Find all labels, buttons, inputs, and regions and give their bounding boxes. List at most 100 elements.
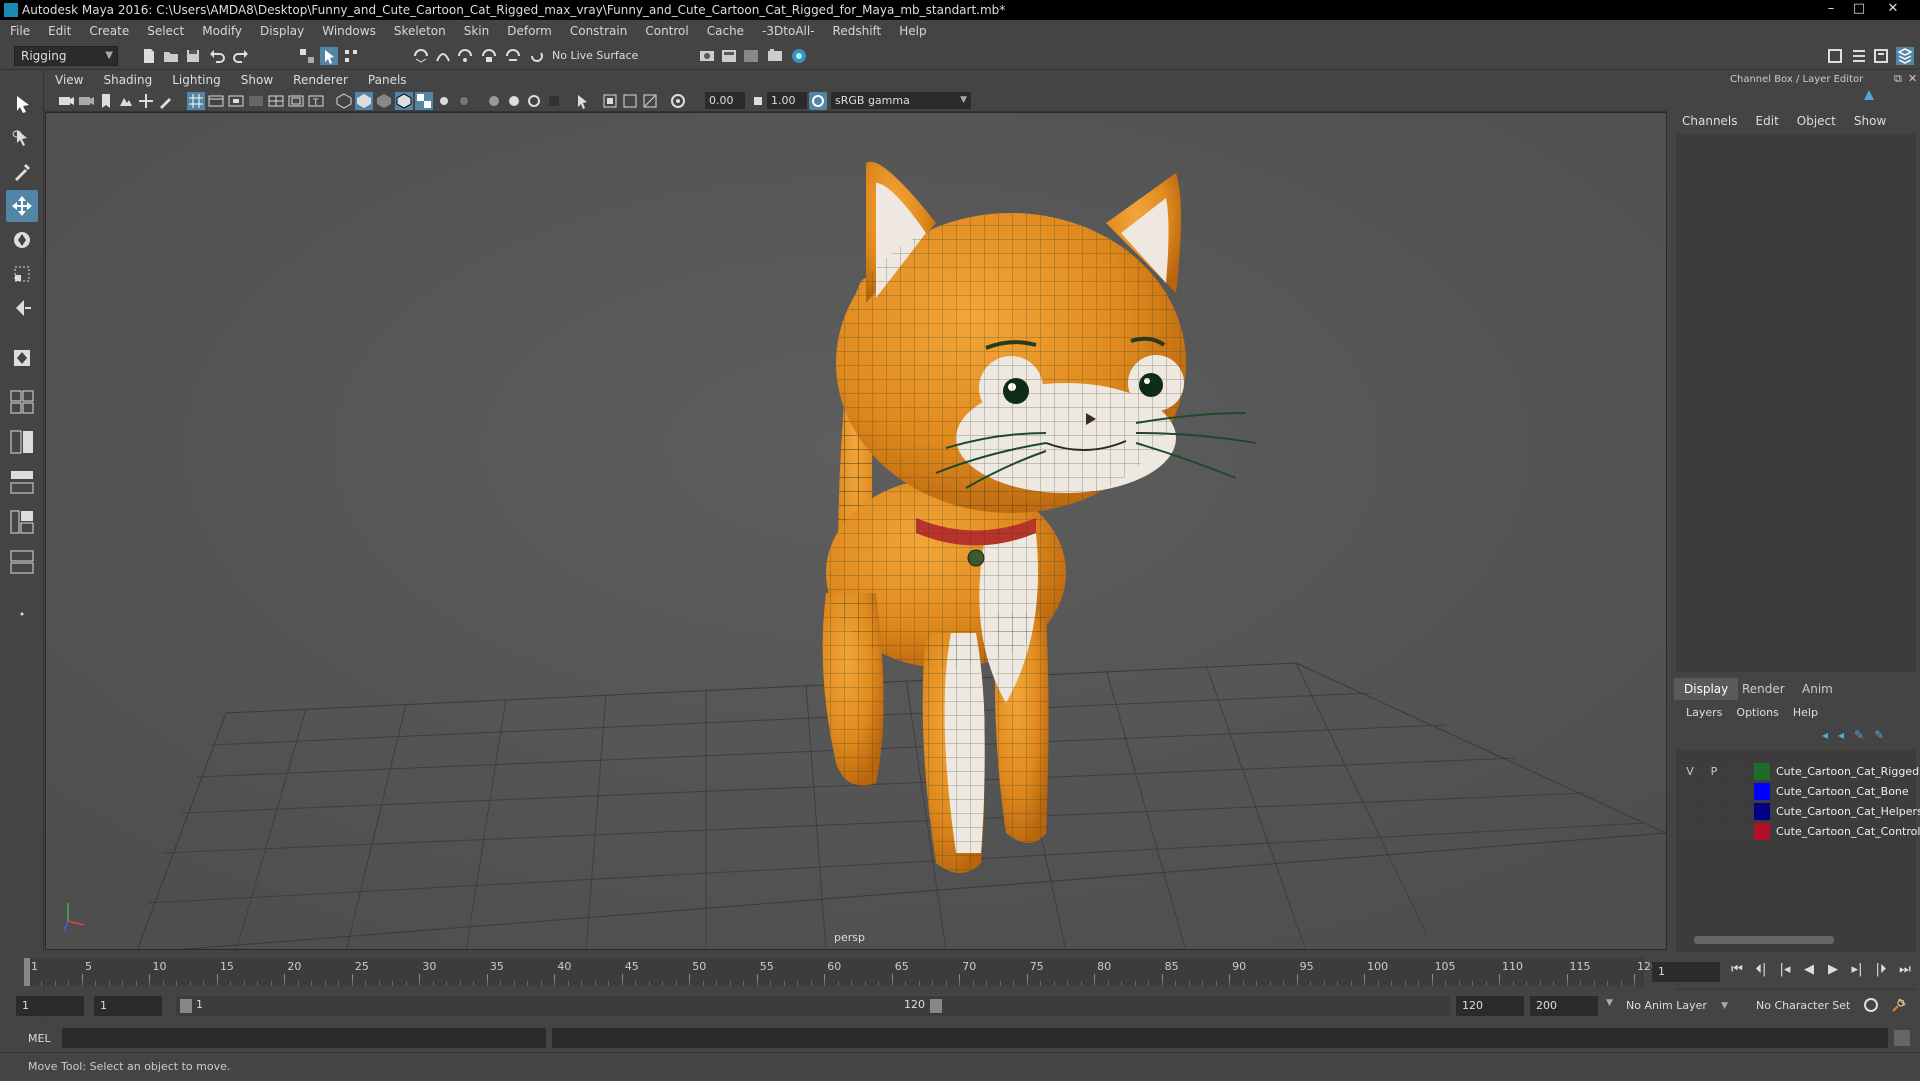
bookmark-icon[interactable] bbox=[97, 92, 115, 110]
step-forward-frame-icon[interactable]: ▸| bbox=[1848, 962, 1866, 978]
chevron-down-icon[interactable]: ▼ bbox=[1606, 998, 1613, 1008]
select-object-icon[interactable] bbox=[320, 47, 338, 65]
menu-redshift[interactable]: Redshift bbox=[833, 24, 882, 38]
layer-color-swatch[interactable] bbox=[1754, 803, 1770, 820]
menu-constrain[interactable]: Constrain bbox=[570, 24, 628, 38]
multisample-aa-icon[interactable] bbox=[525, 92, 543, 110]
rotate-tool-icon[interactable] bbox=[6, 224, 38, 256]
current-time-marker[interactable] bbox=[24, 958, 30, 986]
two-pane-layout-icon[interactable] bbox=[6, 426, 38, 458]
tab-render[interactable]: Render bbox=[1732, 678, 1795, 700]
attribute-editor-icon[interactable] bbox=[1850, 47, 1868, 65]
menu-modify[interactable]: Modify bbox=[202, 24, 242, 38]
go-to-end-icon[interactable]: ⏭ bbox=[1896, 962, 1914, 978]
exposure-icon[interactable] bbox=[669, 92, 687, 110]
menu-display[interactable]: Display bbox=[260, 24, 304, 38]
layer-playback-toggle[interactable] bbox=[1704, 803, 1724, 820]
move-tool-icon[interactable] bbox=[6, 190, 38, 222]
step-forward-key-icon[interactable]: |⏵ bbox=[1872, 962, 1890, 978]
camera-attributes-icon[interactable] bbox=[77, 92, 95, 110]
menu-help[interactable]: Help bbox=[899, 24, 926, 38]
viewport-menu-show[interactable]: Show bbox=[241, 73, 273, 87]
layer-display-type-toggle[interactable] bbox=[1728, 783, 1748, 800]
make-live-icon[interactable] bbox=[528, 47, 546, 65]
channel-menu-object[interactable]: Object bbox=[1797, 114, 1836, 128]
snap-grid-icon[interactable] bbox=[412, 47, 430, 65]
menu-control[interactable]: Control bbox=[645, 24, 688, 38]
ipr-render-icon[interactable] bbox=[742, 47, 760, 65]
single-perspective-layout-icon[interactable] bbox=[6, 386, 38, 418]
step-back-key-icon[interactable]: ⏴| bbox=[1752, 962, 1770, 978]
redo-icon[interactable] bbox=[232, 47, 250, 65]
layer-visibility-toggle[interactable] bbox=[1680, 823, 1700, 840]
perspective-viewport[interactable]: persp bbox=[45, 112, 1667, 950]
undo-icon[interactable] bbox=[208, 47, 226, 65]
viewport-menu-lighting[interactable]: Lighting bbox=[172, 73, 221, 87]
open-scene-icon[interactable] bbox=[162, 47, 180, 65]
safe-action-icon[interactable] bbox=[287, 92, 305, 110]
range-start-handle[interactable] bbox=[180, 999, 192, 1013]
smooth-shade-icon[interactable] bbox=[355, 92, 373, 110]
layer-scrollbar[interactable] bbox=[1680, 934, 1916, 946]
tab-anim[interactable]: Anim bbox=[1792, 678, 1843, 700]
use-all-lights-icon[interactable] bbox=[435, 92, 453, 110]
render-frame-icon[interactable] bbox=[720, 47, 738, 65]
film-gate-icon[interactable] bbox=[207, 92, 225, 110]
play-forwards-icon[interactable]: ▶ bbox=[1824, 962, 1842, 978]
menu-windows[interactable]: Windows bbox=[322, 24, 376, 38]
channel-menu-channels[interactable]: Channels bbox=[1682, 114, 1738, 128]
menu-edit[interactable]: Edit bbox=[48, 24, 71, 38]
snap-view-plane-icon[interactable] bbox=[480, 47, 498, 65]
auto-key-icon[interactable] bbox=[1862, 996, 1880, 1014]
isolate-select-icon[interactable] bbox=[573, 92, 591, 110]
xray-active-components-icon[interactable] bbox=[621, 92, 639, 110]
view-transform-select[interactable]: sRGB gamma ▼ bbox=[831, 92, 971, 109]
close-panel-icon[interactable]: ✕ bbox=[1908, 72, 1917, 85]
default-material-icon[interactable] bbox=[375, 92, 393, 110]
field-chart-icon[interactable] bbox=[267, 92, 285, 110]
menu-skin[interactable]: Skin bbox=[464, 24, 490, 38]
depth-of-field-icon[interactable] bbox=[545, 92, 563, 110]
layer-playback-toggle[interactable]: P bbox=[1704, 763, 1724, 780]
wireframe-icon[interactable] bbox=[335, 92, 353, 110]
scale-tool-icon[interactable] bbox=[6, 258, 38, 290]
layer-row[interactable]: Cute_Cartoon_Cat_Controlle bbox=[1680, 822, 1920, 841]
render-view-icon[interactable] bbox=[766, 47, 784, 65]
menu-select[interactable]: Select bbox=[147, 24, 184, 38]
soft-select-icon[interactable] bbox=[6, 342, 38, 374]
layer-menu-options[interactable]: Options bbox=[1736, 706, 1778, 719]
playback-start-field[interactable]: 1 bbox=[94, 996, 162, 1016]
animation-end-field[interactable]: 200 bbox=[1530, 996, 1598, 1016]
menu-set-selector[interactable]: Rigging ▼ bbox=[14, 46, 118, 66]
layer-color-swatch[interactable] bbox=[1754, 763, 1770, 780]
character-set-select[interactable]: No Character Set bbox=[1750, 996, 1870, 1016]
time-slider[interactable]: 1 5 10 15 20 25 30 35 40 45 50 55 60 65 70 75 80 85 90 95 10… bbox=[0, 952, 1920, 988]
tool-settings-icon[interactable] bbox=[1872, 47, 1890, 65]
graph-layout-icon[interactable] bbox=[6, 506, 38, 538]
outliner-layout-icon[interactable] bbox=[6, 466, 38, 498]
layer-color-swatch[interactable] bbox=[1754, 783, 1770, 800]
motion-blur-icon[interactable] bbox=[505, 92, 523, 110]
anim-layer-select[interactable]: No Anim Layer ▼ bbox=[1620, 996, 1732, 1016]
textured-icon[interactable] bbox=[415, 92, 433, 110]
lasso-tool-icon[interactable] bbox=[6, 122, 38, 154]
save-scene-icon[interactable] bbox=[184, 47, 202, 65]
layer-row[interactable]: V P Cute_Cartoon_Cat_Rigged bbox=[1680, 762, 1920, 781]
layer-move-icons[interactable]: ◂◂✎✎ bbox=[1822, 728, 1894, 742]
close-button[interactable]: ✕ bbox=[1880, 0, 1906, 18]
safe-title-icon[interactable]: T bbox=[307, 92, 325, 110]
go-to-start-icon[interactable]: ⏮ bbox=[1728, 962, 1746, 978]
menu-skeleton[interactable]: Skeleton bbox=[394, 24, 446, 38]
viewport-menu-panels[interactable]: Panels bbox=[368, 73, 407, 87]
gamma-field[interactable]: 1.00 bbox=[767, 92, 807, 109]
layer-menu-help[interactable]: Help bbox=[1793, 706, 1818, 719]
camera-select-icon[interactable] bbox=[57, 92, 75, 110]
menu-deform[interactable]: Deform bbox=[507, 24, 552, 38]
shadows-icon[interactable] bbox=[455, 92, 473, 110]
viewport-menu-view[interactable]: View bbox=[55, 73, 83, 87]
layer-row[interactable]: Cute_Cartoon_Cat_Bone bbox=[1680, 782, 1920, 801]
resolution-gate-icon[interactable] bbox=[227, 92, 245, 110]
grid-toggle-icon[interactable] bbox=[187, 92, 205, 110]
snap-live-surface-icon[interactable] bbox=[504, 47, 522, 65]
layer-display-type-toggle[interactable] bbox=[1728, 823, 1748, 840]
